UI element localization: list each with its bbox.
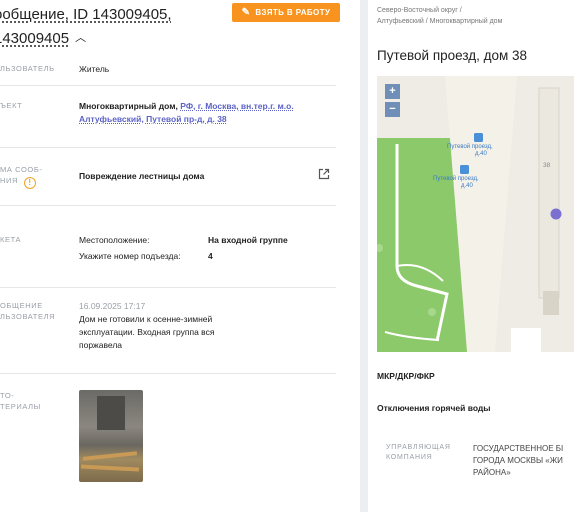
attached-photo[interactable]: [79, 390, 143, 482]
message-text-line1: Дом не готовили к осенне-зимней: [79, 314, 213, 324]
row-photos: ТО- ТЕРИАЛЫ: [0, 374, 336, 512]
object-label: ЪЕКТ: [0, 101, 23, 110]
user-label: ЛЬЗОВАТЕЛЬ: [0, 64, 55, 73]
breadcrumb-line2[interactable]: Алтуфьевский / Многоквартирный дом: [377, 18, 502, 25]
chevron-up-icon[interactable]: ︿: [75, 27, 86, 49]
entrance-answer: 4: [208, 251, 213, 261]
row-object: ЪЕКТ Многоквартирный дом, РФ, г. Москва,…: [0, 86, 336, 148]
zoom-in-button[interactable]: +: [385, 84, 400, 99]
house-address: Путевой проезд, дом 38: [377, 48, 528, 63]
photo-label-line2: ТЕРИАЛЫ: [0, 402, 41, 411]
photo-label-line1: ТО-: [0, 391, 15, 400]
take-to-work-label: ВЗЯТЬ В РАБОТУ: [255, 8, 331, 17]
location-question: Местоположение:: [79, 235, 150, 245]
object-address-link-2[interactable]: Алтуфьевский, Путевой пр-д, д. 38: [79, 114, 227, 124]
message-label-line2: ЛЬЗОВАТЕЛЯ: [0, 312, 56, 321]
row-user: ЛЬЗОВАТЕЛЬ Житель: [0, 56, 336, 86]
message-text-line2: эксплуатации. Входная группа вся: [79, 327, 215, 337]
questionnaire-label: КЕТА: [0, 235, 22, 244]
take-to-work-button[interactable]: ✎ ВЗЯТЬ В РАБОТУ: [232, 3, 340, 22]
request-title-line1: ообщение, ID 143009405,: [0, 6, 172, 23]
topic-value: Повреждение лестницы дома: [79, 171, 205, 181]
message-date: 16.09.2025 17:17: [79, 301, 146, 311]
row-message: ОБЩЕНИЕ ЛЬЗОВАТЕЛЯ 16.09.2025 17:17 Дом …: [0, 288, 336, 374]
request-title-line2: 143009405: [0, 30, 70, 47]
map-house-number: 38: [543, 162, 551, 169]
breadcrumb-line1[interactable]: Северо-Восточный округ /: [377, 7, 462, 14]
request-title[interactable]: ообщение, ID 143009405, 143009405 ︿: [0, 4, 172, 50]
object-prefix: Многоквартирный дом,: [79, 101, 178, 111]
section-hot-water-outages[interactable]: Отключения горячей воды: [377, 403, 491, 413]
pencil-icon: ✎: [241, 7, 251, 18]
object-value: Многоквартирный дом, РФ, г. Москва, вн.т…: [79, 100, 329, 126]
row-questionnaire: КЕТА Местоположение: На входной группе У…: [0, 206, 336, 288]
request-card: ообщение, ID 143009405, 143009405 ︿ ✎ ВЗЯ…: [0, 0, 360, 512]
topic-label-line1: МА СООБ-: [0, 165, 43, 174]
row-topic: МА СООБ- НИЯ! Повреждение лестницы дома: [0, 148, 336, 206]
management-company-value: ГОСУДАРСТВЕННОЕ БІ ГОРОДА МОСКВЫ «ЖИ РАЙ…: [473, 444, 564, 477]
message-label-line1: ОБЩЕНИЕ: [0, 301, 43, 310]
map-label-bus-stop-1: Путевой проезд, д.40: [447, 144, 493, 157]
house-card: Северо-Восточный округ / Алтуфьевский / …: [368, 0, 574, 512]
map-canvas: [377, 76, 562, 352]
location-answer: На входной группе: [208, 235, 288, 245]
object-address-link-1[interactable]: РФ, г. Москва, вн.тер.г. м.о.: [180, 101, 293, 111]
entrance-question: Укажите номер подъезда:: [79, 251, 181, 261]
message-text-line3: поржавела: [79, 340, 123, 350]
section-repair-programs[interactable]: МКР/ДКР/ФКР: [377, 371, 435, 381]
management-company-label: УПРАВЛЯЮЩАЯ КОМПАНИЯ: [386, 444, 451, 461]
breadcrumb: Северо-Восточный округ / Алтуфьевский / …: [377, 5, 502, 27]
user-value: Житель: [79, 64, 110, 74]
page: ообщение, ID 143009405, 143009405 ︿ ✎ ВЗЯ…: [0, 0, 574, 512]
warning-icon: !: [24, 177, 37, 189]
map-label-bus-stop-2: Путевой проезд, д.40: [433, 176, 479, 189]
message-value: 16.09.2025 17:17 Дом не готовили к осенн…: [79, 300, 214, 352]
topic-label-line2: НИЯ: [0, 176, 19, 185]
zoom-out-button[interactable]: −: [385, 102, 400, 117]
external-link-icon[interactable]: [318, 168, 330, 180]
map[interactable]: + − Путевой проезд, д.40 Путевой проезд,…: [377, 76, 574, 352]
